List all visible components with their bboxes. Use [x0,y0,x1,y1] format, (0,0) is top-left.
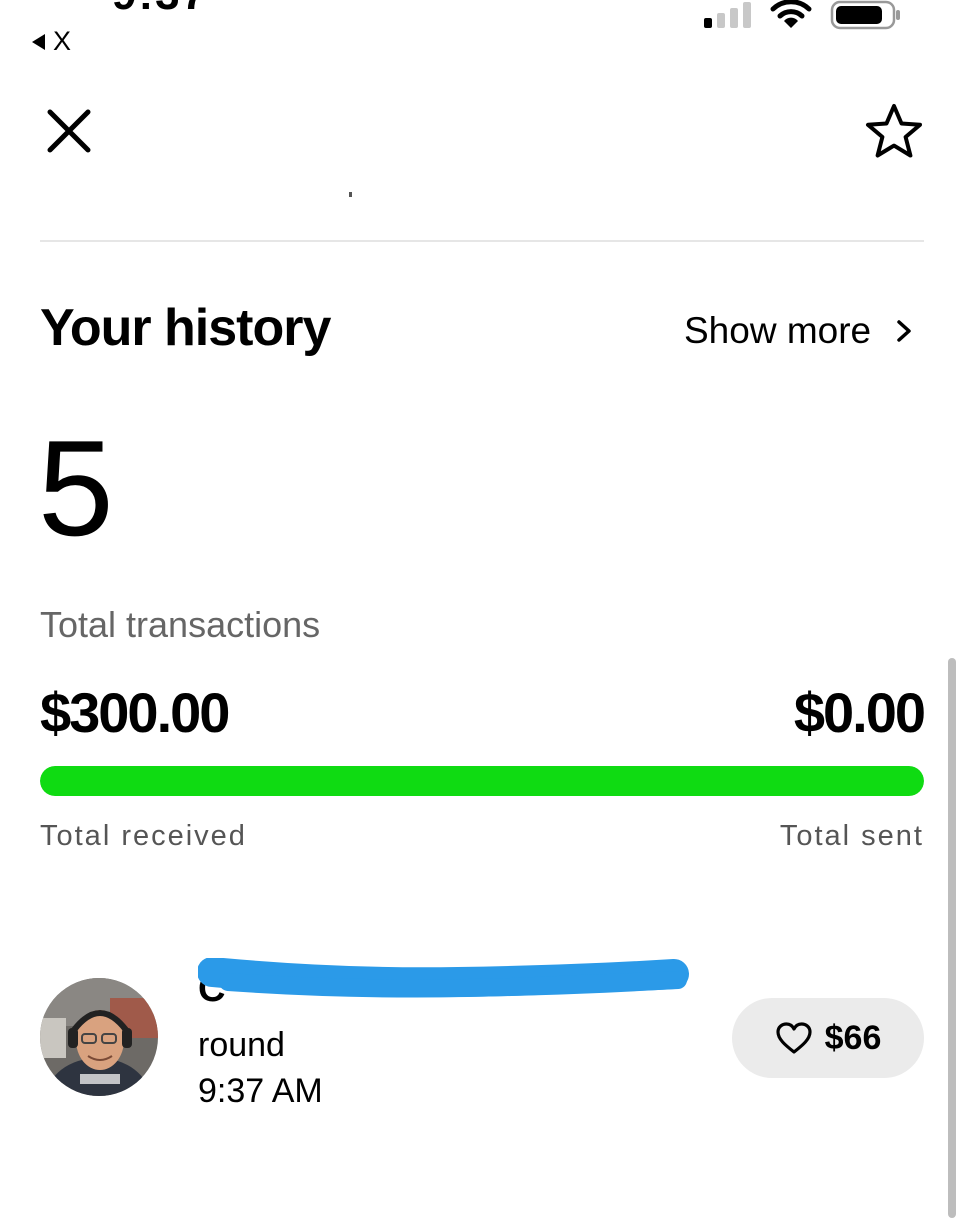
star-icon[interactable] [862,100,926,164]
received-bar-fill [40,766,924,796]
avatar[interactable] [40,978,158,1096]
transaction-count-label: Total transactions [40,604,321,645]
total-received-label: Total received [40,820,247,852]
transaction-note: round [198,1026,285,1064]
transaction-count: 5 [38,412,114,564]
battery-icon [830,0,900,30]
like-amount-button[interactable]: $66 [732,998,924,1078]
back-app-label: X [53,26,72,56]
transaction-time: 9:37 AM [198,1072,323,1110]
total-received-amount: $300.00 [40,681,230,744]
show-more-link[interactable]: Show more [684,310,911,352]
total-sent-label: Total sent [779,820,924,852]
back-triangle-icon [32,33,45,50]
cellular-signal-icon [704,2,751,28]
status-clock: 9:37 [112,0,208,20]
close-icon[interactable] [42,104,96,158]
back-to-app-link[interactable]: X [32,26,71,57]
heart-icon [776,1022,812,1054]
cut-off-text-remnant [349,192,352,197]
like-amount: $66 [824,1018,882,1057]
section-divider [40,240,924,242]
chevron-right-icon [897,320,911,342]
received-vs-sent-bar [40,766,924,796]
section-title: Your history [40,299,331,357]
total-sent-amount: $0.00 [793,681,926,744]
show-more-label: Show more [684,310,872,351]
scrollbar[interactable] [948,658,956,1218]
redaction-scribble [198,958,689,998]
wifi-icon [770,0,812,28]
transaction-name-redacted[interactable]: C [198,958,698,1014]
